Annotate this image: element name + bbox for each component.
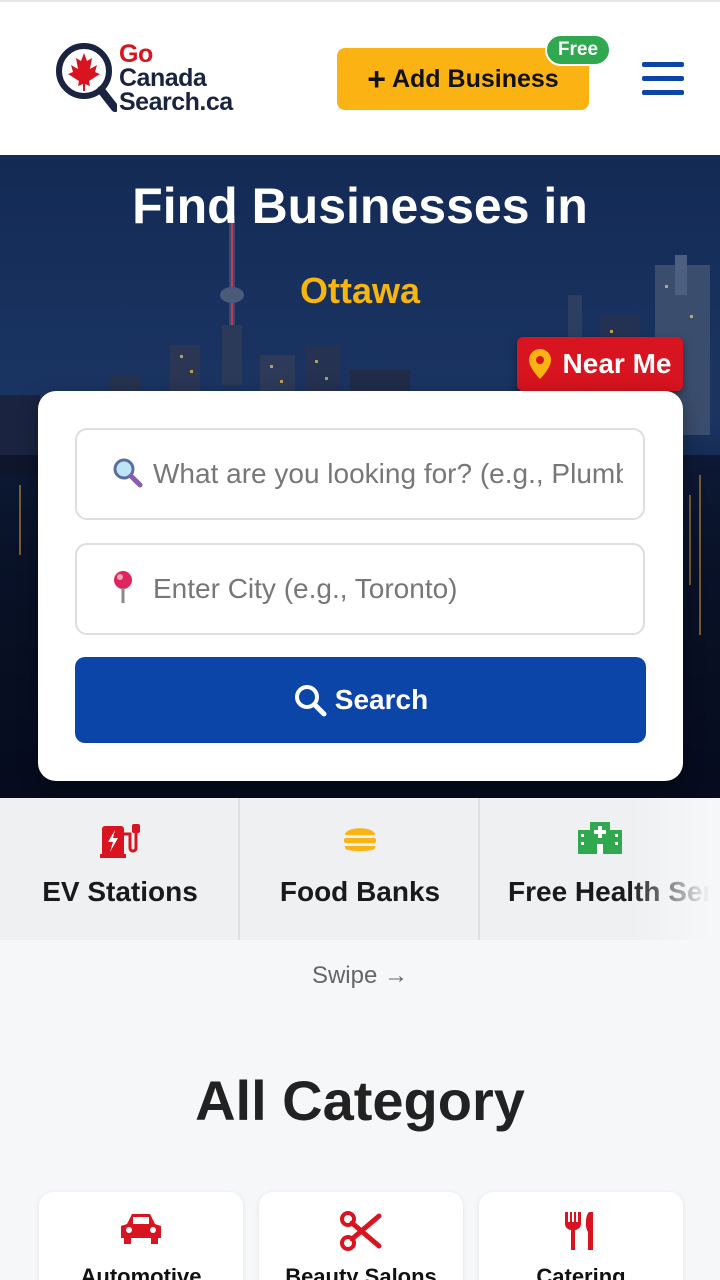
what-search-input[interactable] bbox=[153, 458, 623, 490]
swipe-hint: Swipe → bbox=[311, 962, 409, 989]
site-header: Go Canada Search.ca + Add Business Free bbox=[0, 0, 720, 155]
hero-section: Find Businesses in Ottawa Near Me What a… bbox=[0, 155, 720, 798]
search-button-label: Search bbox=[334, 684, 429, 715]
category-card-beauty-salons[interactable]: Beauty Salons bbox=[259, 1192, 463, 1280]
category-label: Catering bbox=[536, 1264, 626, 1280]
hamburger-menu-icon[interactable] bbox=[642, 62, 684, 98]
quick-category-label: Food Banks bbox=[279, 876, 441, 907]
scissors-icon bbox=[340, 1211, 382, 1251]
utensils-icon bbox=[565, 1212, 593, 1250]
free-badge: Free bbox=[545, 34, 611, 66]
near-me-button[interactable]: Near Me bbox=[517, 337, 683, 391]
category-label: Automotive bbox=[80, 1264, 202, 1280]
maple-leaf-magnifier-icon bbox=[56, 43, 117, 112]
what-search-field[interactable] bbox=[75, 428, 645, 520]
plus-icon: + bbox=[367, 61, 386, 97]
hospital-icon bbox=[578, 822, 622, 854]
burger-icon bbox=[344, 828, 376, 851]
search-icon bbox=[294, 685, 327, 717]
city-search-input[interactable] bbox=[153, 573, 623, 605]
logo-line-canada: Canada bbox=[119, 64, 207, 92]
add-business-label: Add Business bbox=[391, 64, 559, 93]
map-pin-icon bbox=[111, 570, 145, 609]
logo-line-go: Go bbox=[119, 40, 153, 68]
category-label: Beauty Salons bbox=[285, 1264, 437, 1280]
quick-category-ev-stations[interactable]: EV Stations bbox=[0, 798, 240, 940]
site-logo[interactable]: Go Canada Search.ca bbox=[55, 40, 255, 115]
category-card-automotive[interactable]: Automotive bbox=[39, 1192, 243, 1280]
hero-title: Find Businesses in bbox=[132, 178, 588, 234]
magnifier-icon bbox=[111, 456, 145, 493]
car-icon bbox=[121, 1214, 161, 1244]
near-me-label: Near Me bbox=[562, 348, 672, 379]
ev-charging-icon bbox=[100, 824, 140, 858]
all-category-title: All Category bbox=[195, 1069, 525, 1132]
logo-wordmark: Go Canada Search.ca bbox=[119, 40, 233, 116]
logo-line-search: Search.ca bbox=[119, 88, 233, 116]
quick-categories-strip[interactable]: EV Stations Food Banks Free Health bbox=[0, 798, 720, 940]
search-button[interactable]: Search bbox=[75, 657, 646, 743]
location-pin-icon bbox=[528, 349, 551, 379]
city-search-field[interactable] bbox=[75, 543, 645, 635]
category-card-catering[interactable]: Catering bbox=[479, 1192, 683, 1280]
search-card: Search bbox=[38, 391, 683, 781]
quick-category-label: EV Stations bbox=[42, 876, 198, 907]
hero-city[interactable]: Ottawa bbox=[0, 270, 720, 312]
strip-fade-overlay bbox=[630, 798, 720, 940]
quick-category-food-banks[interactable]: Food Banks bbox=[240, 798, 480, 940]
